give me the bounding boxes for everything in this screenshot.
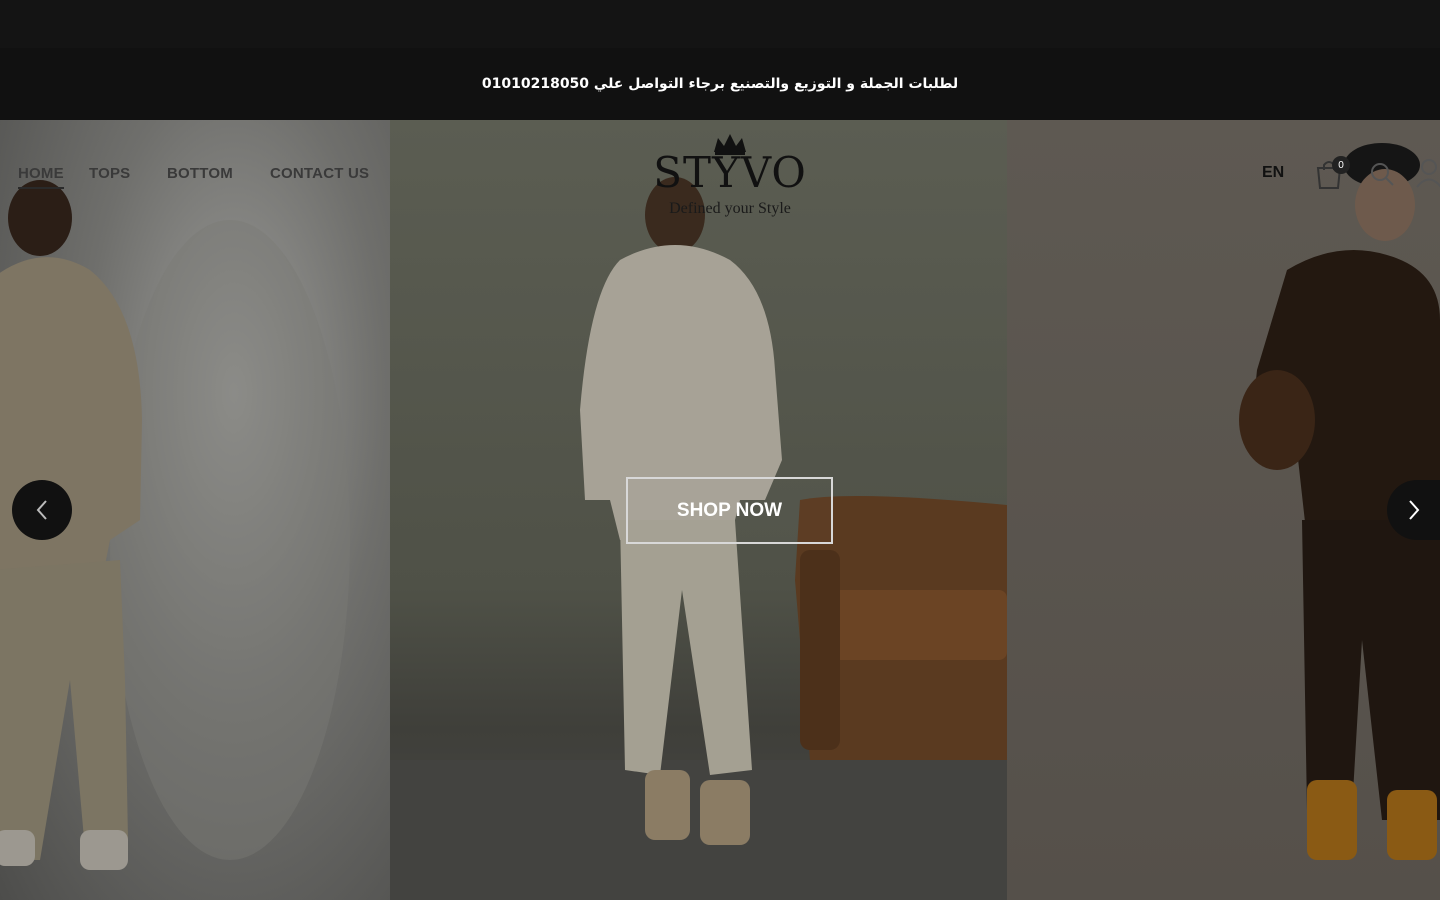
- language-switcher[interactable]: EN: [1262, 164, 1284, 182]
- nav-item-home[interactable]: HOME: [18, 165, 64, 189]
- chevron-left-icon: [36, 500, 47, 520]
- announcement-text: لطلبات الجملة و التوزيع والتصنيع برجاء ا…: [481, 76, 959, 92]
- user-icon[interactable]: [1414, 158, 1440, 188]
- top-strip: [0, 0, 1440, 48]
- logo-tagline: Defined your Style: [669, 200, 791, 217]
- nav-item-bottom[interactable]: BOTTOM: [167, 165, 233, 182]
- site-header: HOME TOPS BOTTOM CONTACT US STYVO Define…: [0, 120, 1440, 230]
- nav-item-tops[interactable]: TOPS: [89, 165, 130, 182]
- nav-item-contact-us[interactable]: CONTACT US: [270, 165, 369, 182]
- shop-now-button[interactable]: SHOP NOW: [626, 477, 833, 544]
- slider-prev-button[interactable]: [12, 480, 72, 540]
- slider-next-button[interactable]: [1387, 480, 1440, 540]
- cart-count-badge: 0: [1332, 156, 1350, 174]
- site-logo[interactable]: STYVO Defined your Style: [640, 130, 820, 222]
- chevron-right-icon: [1408, 500, 1419, 520]
- logo-wordmark: STYVO: [653, 148, 807, 197]
- announcement-bar: لطلبات الجملة و التوزيع والتصنيع برجاء ا…: [0, 48, 1440, 120]
- search-icon[interactable]: [1368, 160, 1396, 188]
